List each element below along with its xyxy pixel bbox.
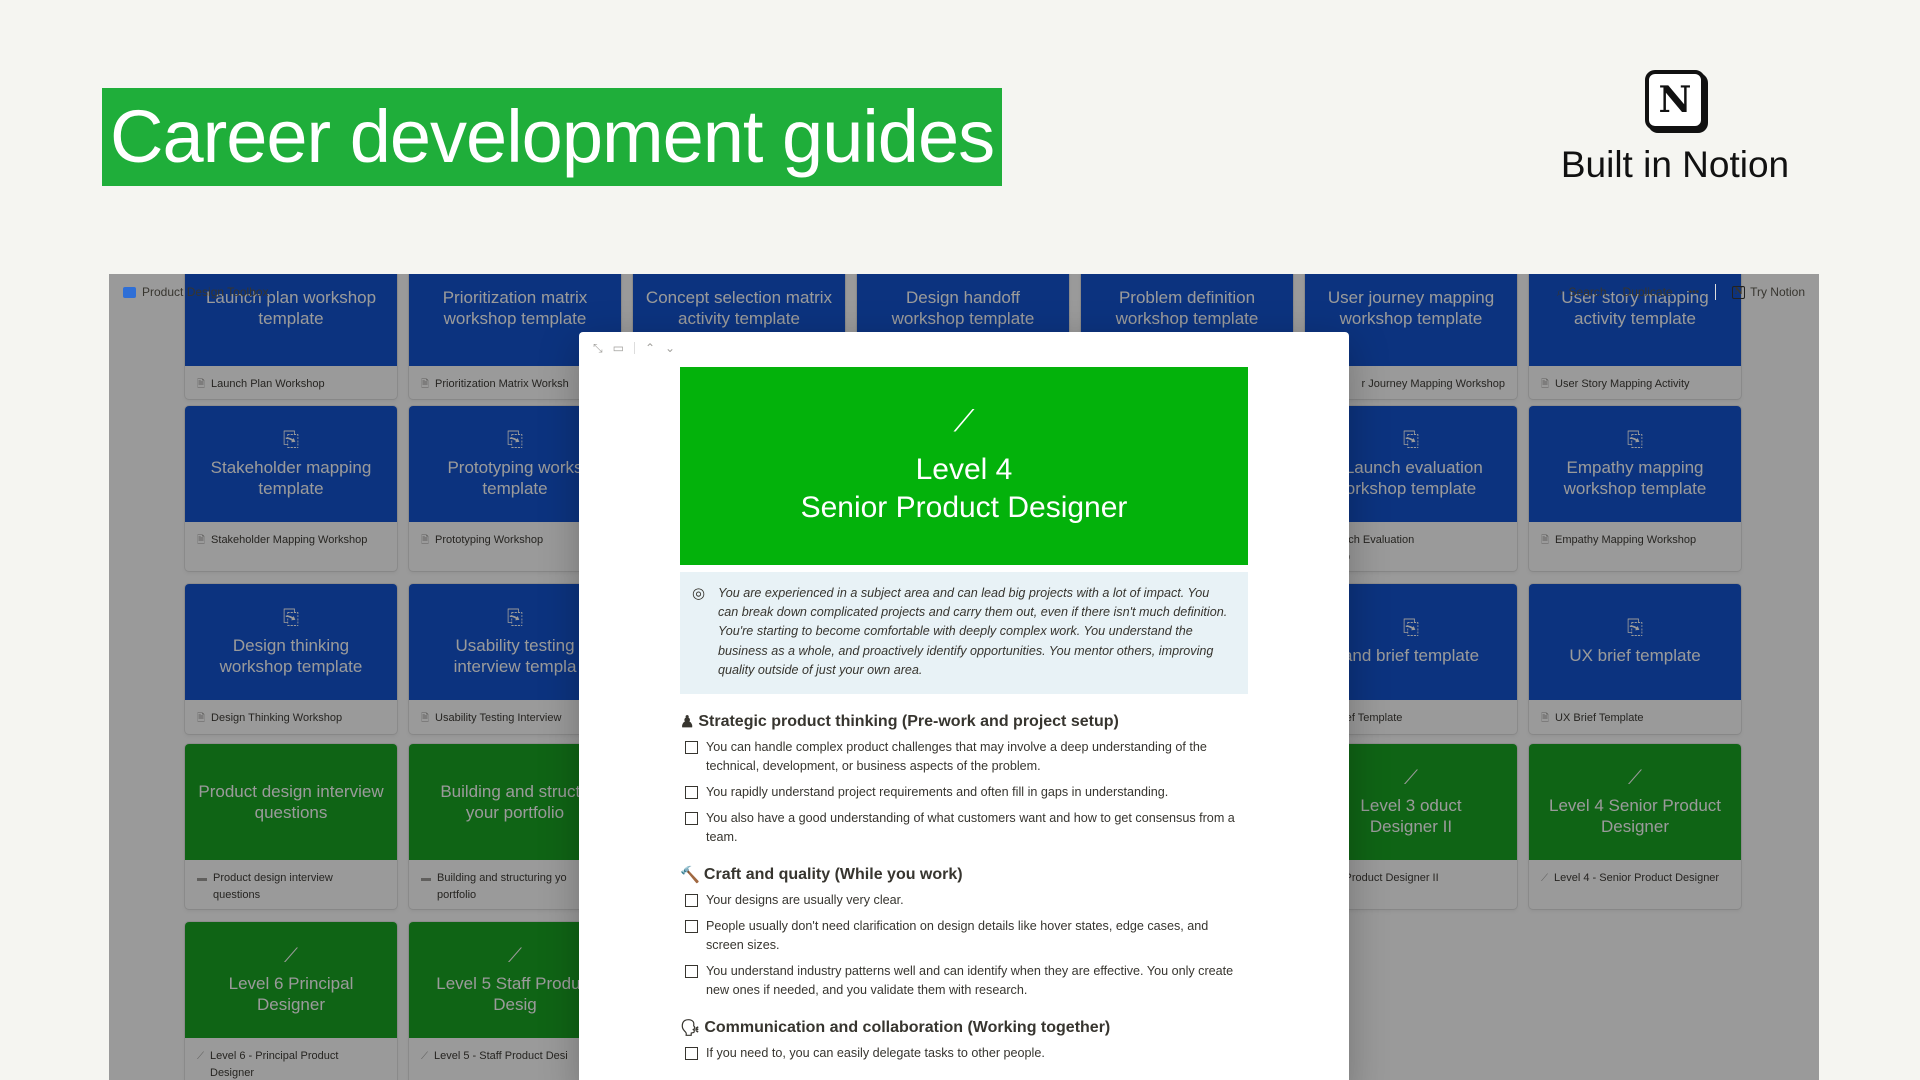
todo-checkbox[interactable]: [685, 812, 698, 826]
section-title: Craft and quality (While you work): [703, 866, 963, 884]
todo-text: You understand industry patterns well an…: [706, 964, 1234, 998]
callout: ◎ You are experienced in a subject area …: [680, 572, 1248, 695]
section-heading: 🔨 Craft and quality (While you work): [680, 865, 1248, 885]
todo-text: People usually don't need clarification …: [706, 919, 1209, 953]
todo-checkbox[interactable]: [685, 965, 698, 979]
page-title-line2: Senior Product Designer: [800, 491, 1128, 524]
search-label: Search: [1568, 285, 1607, 299]
todo-item: You understand industry patterns well an…: [685, 962, 1248, 1000]
todo-text: You can handle complex product challenge…: [706, 740, 1207, 774]
section-title: Strategic product thinking (Pre-work and…: [698, 713, 1119, 731]
search-button[interactable]: ⌕ Search: [1557, 285, 1607, 300]
todo-item: You also have a good understanding of wh…: [685, 809, 1248, 847]
todo-checkbox[interactable]: [685, 920, 698, 934]
notion-logo-icon: N: [1645, 70, 1705, 130]
search-icon: ⌕: [1556, 284, 1564, 299]
section-heading: ♟ Strategic product thinking (Pre-work a…: [680, 712, 1248, 732]
chevron-up-icon[interactable]: ⌃: [645, 341, 655, 355]
todo-text: You also have a good understanding of wh…: [706, 811, 1235, 845]
chevron-down-icon[interactable]: ⌄: [665, 341, 675, 355]
page-content: ⟋ Level 4 Senior Product Designer ◎ You …: [680, 367, 1248, 1070]
try-notion-label: Try Notion: [1750, 285, 1805, 299]
todo-checkbox[interactable]: [685, 741, 698, 755]
brand-text: Built in Notion: [1560, 144, 1790, 185]
section-heading: 🗣 Communication and collaboration (Worki…: [680, 1018, 1248, 1038]
modal-toolbar: ⤡ ▭ ⌃ ⌄: [579, 332, 1349, 364]
todo-checkbox[interactable]: [685, 894, 698, 908]
side-peek-icon[interactable]: ▭: [613, 341, 624, 355]
todo-item: Your designs are usually very clear.: [685, 891, 1248, 910]
duplicate-button[interactable]: Duplicate: [1623, 285, 1673, 299]
todo-item: You can handle complex product challenge…: [685, 738, 1248, 776]
brand: N Built in Notion: [1530, 70, 1820, 186]
chess-pawn-icon: ♟: [680, 714, 695, 732]
todo-text: You rapidly understand project requireme…: [706, 785, 1169, 800]
notion-window: Launch plan workshop template 🗎 Launch Pl…: [109, 274, 1819, 1080]
todo-checkbox[interactable]: [685, 786, 698, 800]
divider: [1715, 284, 1717, 300]
section-craft: 🔨 Craft and quality (While you work) You…: [680, 865, 1248, 1000]
todo-item: People usually don't need clarification …: [685, 917, 1248, 955]
section-title: Communication and collaboration (Working…: [704, 1019, 1111, 1037]
toolbox-icon: [123, 286, 136, 298]
section-communication: 🗣 Communication and collaboration (Worki…: [680, 1018, 1248, 1063]
stairs-icon: ⟋: [953, 405, 975, 438]
section-strategic: ♟ Strategic product thinking (Pre-work a…: [680, 712, 1248, 847]
breadcrumb-label: Product Design Toolbox: [142, 285, 269, 299]
target-icon: ◎: [692, 585, 706, 602]
speaking-head-icon: 🗣: [680, 1020, 701, 1038]
topbar-actions: ⌕ Search Duplicate ••• N Try Notion: [1557, 284, 1805, 300]
topbar: Product Design Toolbox ⌕ Search Duplicat…: [109, 274, 1819, 310]
todo-item: If you need to, you can easily delegate …: [685, 1044, 1248, 1063]
hammer-icon: 🔨: [680, 867, 700, 885]
todo-item: You rapidly understand project requireme…: [685, 783, 1248, 802]
try-notion-button[interactable]: N Try Notion: [1732, 285, 1805, 299]
notion-icon: N: [1732, 285, 1746, 299]
page-title-line1: Level 4: [915, 453, 1013, 486]
todo-checkbox[interactable]: [685, 1047, 698, 1061]
callout-text: You are experienced in a subject area an…: [718, 586, 1228, 677]
more-icon[interactable]: •••: [1689, 287, 1700, 298]
page-cover: ⟋ Level 4 Senior Product Designer: [680, 367, 1248, 565]
todo-text: Your designs are usually very clear.: [706, 893, 904, 908]
hero-title: Career development guides: [102, 88, 1003, 186]
open-full-icon[interactable]: ⤡: [593, 341, 603, 356]
todo-text: If you need to, you can easily delegate …: [706, 1046, 1045, 1061]
breadcrumb[interactable]: Product Design Toolbox: [123, 285, 269, 299]
page-peek-modal: ⤡ ▭ ⌃ ⌄ ⟋ Level 4 Senior Product Designe…: [579, 332, 1349, 1080]
divider: [633, 342, 635, 354]
